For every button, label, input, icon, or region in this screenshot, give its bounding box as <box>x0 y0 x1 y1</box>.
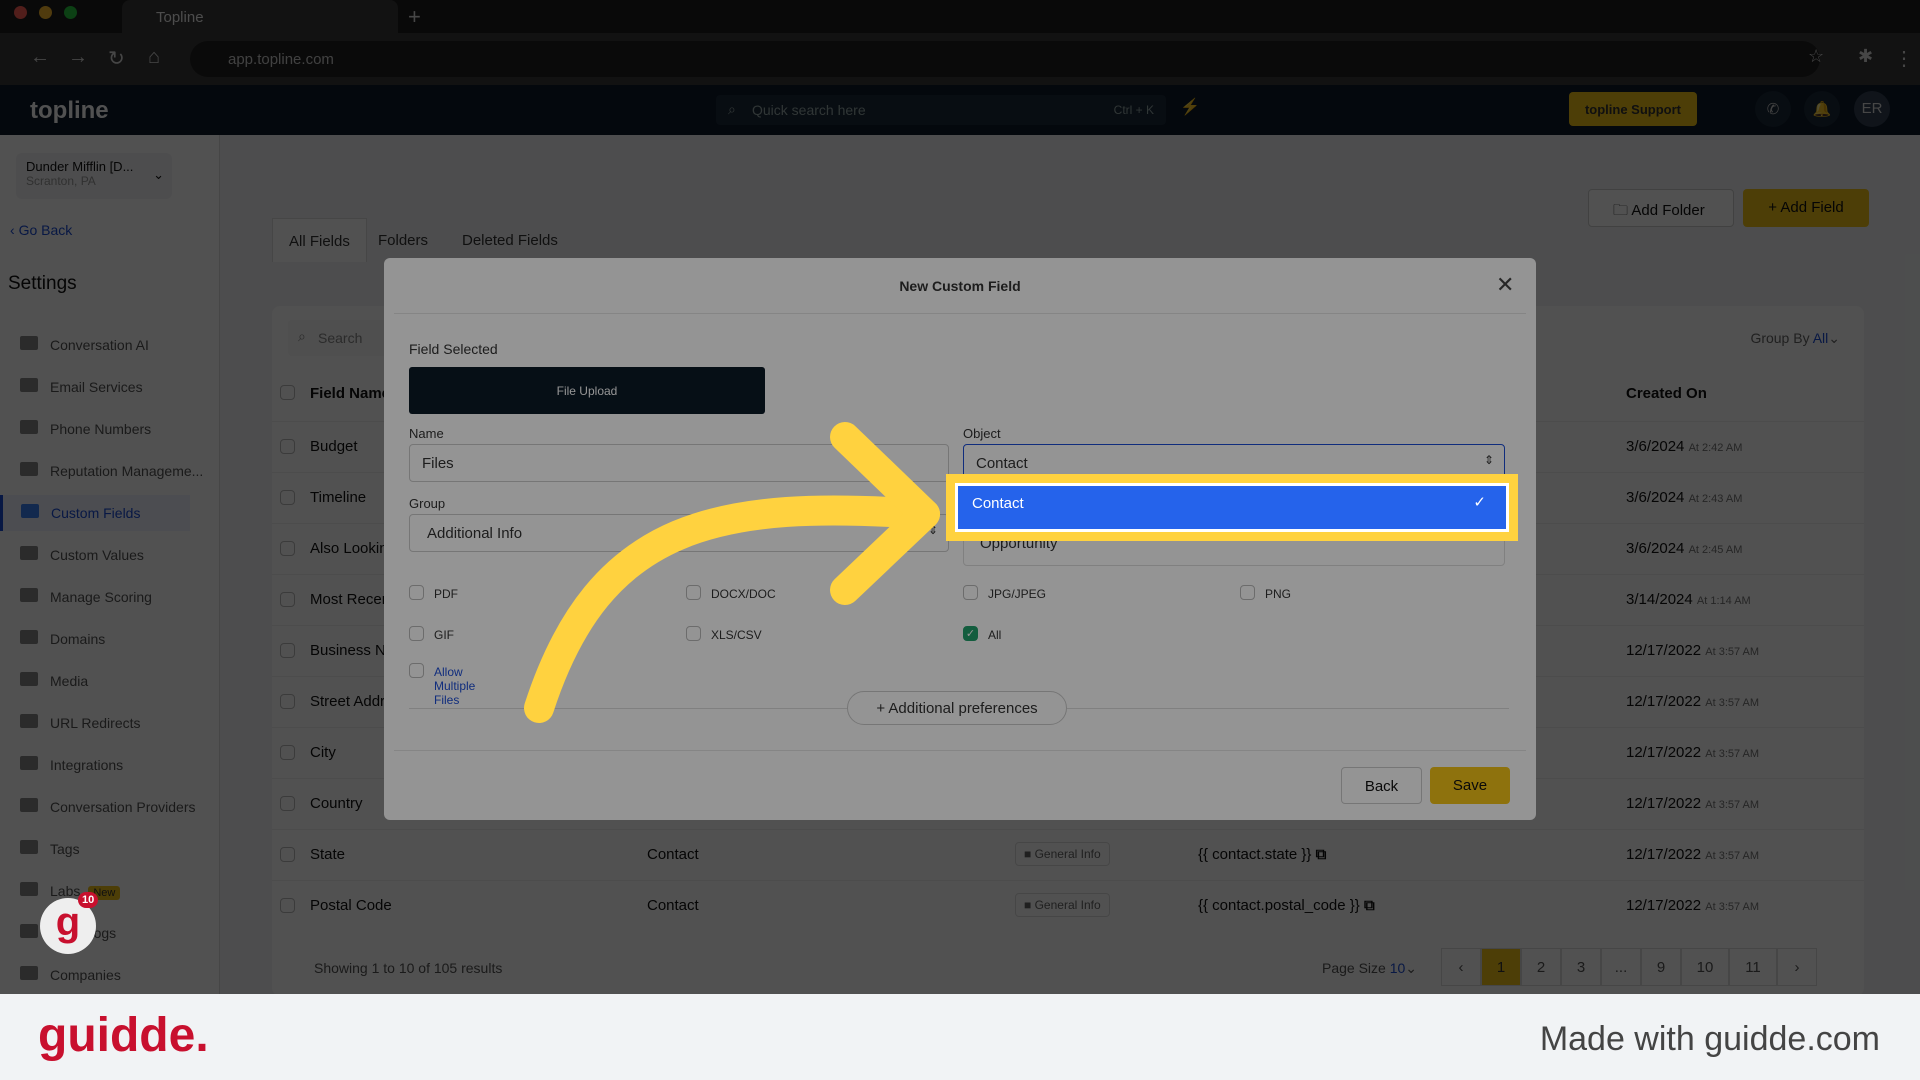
arrow-curve <box>524 495 940 723</box>
tutorial-arrow <box>524 422 940 723</box>
guidde-widget[interactable]: g 10 <box>40 892 99 954</box>
guidde-footer: guidde. Made with guidde.com <box>0 994 1920 1080</box>
notification-badge: 10 <box>78 892 99 908</box>
guidde-logo: guidde. <box>38 1009 209 1062</box>
made-with-text: Made with guidde.com <box>1539 1020 1880 1058</box>
